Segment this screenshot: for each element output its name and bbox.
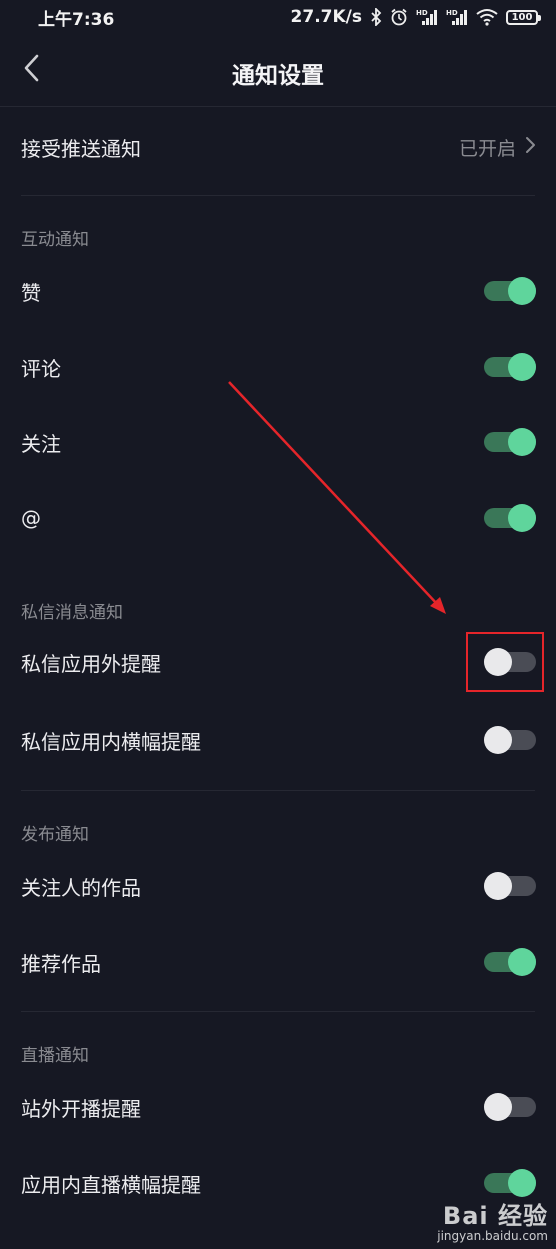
divider — [21, 195, 535, 196]
setting-label: 推荐作品 — [21, 951, 101, 976]
dm-in-app-banner-toggle[interactable] — [484, 726, 536, 754]
alarm-icon — [390, 8, 408, 26]
setting-label: 站外开播提醒 — [21, 1096, 141, 1121]
hd-signal-icon: HD — [446, 8, 468, 26]
setting-label: 私信应用内横幅提醒 — [21, 729, 201, 754]
push-notification-row[interactable]: 接受推送通知 已开启 — [0, 117, 556, 177]
section-title-interaction: 互动通知 — [21, 230, 89, 250]
divider — [21, 790, 535, 791]
setting-label: @ — [21, 506, 41, 530]
live-in-app-banner-toggle[interactable] — [484, 1169, 536, 1197]
network-speed: 27.7K/s — [290, 7, 362, 27]
setting-row-followed-works: 关注人的作品 — [0, 856, 556, 916]
setting-row-comment: 评论 — [0, 337, 556, 397]
setting-label: 应用内直播横幅提醒 — [21, 1172, 201, 1197]
hd-signal-icon: HD — [416, 8, 438, 26]
status-icons: 27.7K/s HD HD 100 — [290, 7, 541, 27]
setting-row-follow: 关注 — [0, 412, 556, 472]
annotation-highlight-box — [466, 632, 544, 692]
section-title-messages: 私信消息通知 — [21, 603, 123, 623]
wifi-icon — [476, 8, 498, 26]
setting-label: 评论 — [21, 356, 61, 381]
live-outside-toggle[interactable] — [484, 1093, 536, 1121]
status-time: 上午7:36 — [38, 9, 115, 30]
like-toggle[interactable] — [484, 277, 536, 305]
mention-toggle[interactable] — [484, 504, 536, 532]
setting-label: 赞 — [21, 280, 41, 305]
setting-row-mention: @ — [0, 488, 556, 548]
setting-row-live-outside: 站外开播提醒 — [0, 1077, 556, 1137]
page-title: 通知设置 — [232, 63, 324, 89]
battery-icon: 100 — [506, 9, 541, 25]
chevron-right-icon — [524, 135, 536, 160]
section-title-publish: 发布通知 — [21, 825, 89, 845]
bluetooth-icon — [370, 8, 382, 26]
svg-text:HD: HD — [416, 9, 428, 17]
comment-toggle[interactable] — [484, 353, 536, 381]
section-title-live: 直播通知 — [21, 1046, 89, 1066]
svg-text:HD: HD — [446, 9, 458, 17]
setting-label: 关注 — [21, 431, 61, 456]
setting-row-recommended-works: 推荐作品 — [0, 932, 556, 992]
baidu-jingyan-watermark: Bai 经验 jingyan.baidu.com — [437, 1196, 548, 1243]
push-notification-value: 已开启 — [458, 137, 516, 160]
followed-works-toggle[interactable] — [484, 872, 536, 900]
setting-label: 私信应用外提醒 — [21, 651, 161, 676]
watermark-logo: Bai 经验 — [442, 1202, 548, 1230]
status-bar: 上午7:36 27.7K/s HD HD 100 — [0, 0, 556, 34]
push-notification-status: 已开启 — [459, 134, 536, 161]
nav-bar: 通知设置 — [0, 34, 556, 107]
follow-toggle[interactable] — [484, 428, 536, 456]
setting-label: 关注人的作品 — [21, 875, 141, 900]
recommended-works-toggle[interactable] — [484, 948, 536, 976]
divider — [21, 1011, 535, 1012]
setting-row-dm-in-app-banner: 私信应用内横幅提醒 — [0, 710, 556, 770]
push-notification-label: 接受推送通知 — [21, 136, 141, 161]
setting-row-like: 赞 — [0, 261, 556, 321]
watermark-url: jingyan.baidu.com — [437, 1229, 548, 1243]
